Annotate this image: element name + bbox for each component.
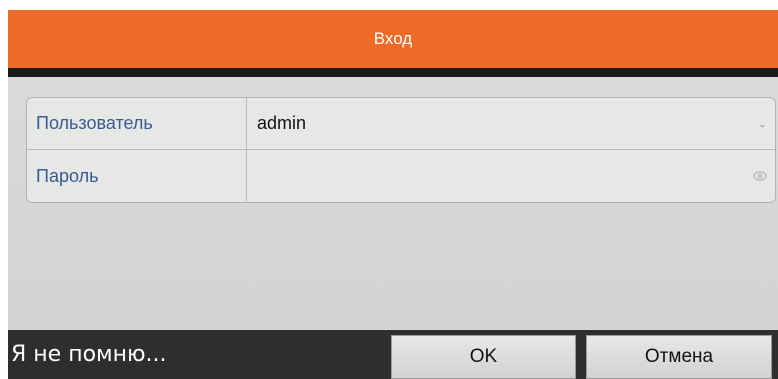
chevron-down-icon[interactable]: ⌄: [758, 117, 767, 130]
cancel-button[interactable]: Отмена: [586, 335, 772, 379]
dialog-title: Вход: [373, 29, 413, 48]
dialog-title-bar: Вход: [8, 10, 778, 68]
ok-button-label: OK: [469, 346, 498, 367]
user-label: Пользователь: [27, 98, 247, 149]
eye-icon[interactable]: [753, 169, 767, 183]
title-divider: [8, 68, 778, 77]
password-label: Пароль: [27, 150, 247, 202]
login-dialog: Вход Пользователь admin ⌄ Пароль Я не по…: [8, 10, 778, 379]
forgot-password-button[interactable]: Я не помню...: [8, 330, 388, 379]
dialog-body: Пользователь admin ⌄ Пароль: [8, 77, 778, 329]
login-form: Пользователь admin ⌄ Пароль: [26, 97, 776, 203]
user-row: Пользователь admin ⌄: [27, 98, 775, 150]
dialog-footer: Я не помню... OK Отмена: [8, 330, 778, 379]
cancel-button-label: Отмена: [644, 346, 714, 367]
user-select[interactable]: admin ⌄: [248, 98, 775, 149]
password-row: Пароль: [27, 150, 775, 202]
user-select-value: admin: [257, 113, 307, 133]
password-field[interactable]: [248, 150, 775, 202]
ok-button[interactable]: OK: [391, 335, 576, 379]
